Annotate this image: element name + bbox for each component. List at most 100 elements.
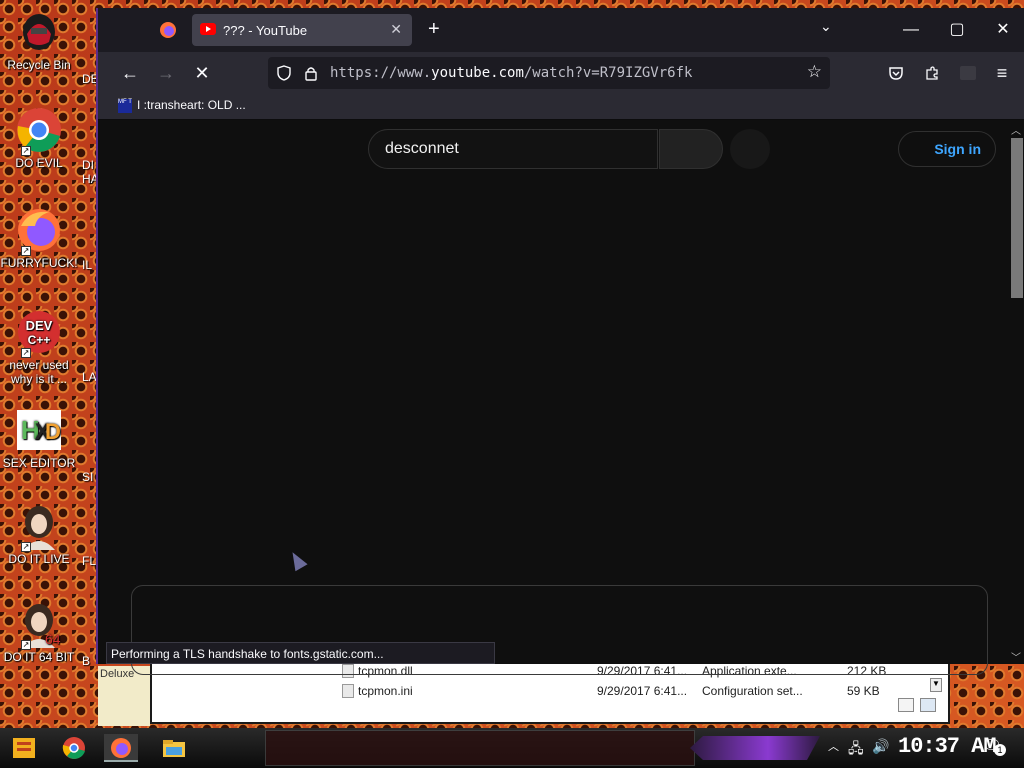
bookmark-item[interactable]: MF T I :transheart: OLD ... [118,98,246,113]
stop-loading-button[interactable]: ✕ [188,60,216,86]
deluxe-window-fragment: Deluxe [98,666,150,726]
desktop-icon-label: Recycle Bin [7,58,71,72]
desktop-icon-do-it-live[interactable]: ↗ DO IT LIVE [0,502,78,566]
svg-text:64: 64 [45,631,61,647]
back-button[interactable]: ← [116,60,144,86]
firefox-icon: ↗ [15,206,63,256]
shield-icon[interactable] [276,65,292,81]
file-icon [342,684,354,698]
file-date: 9/29/2017 6:41... [597,684,688,698]
svg-text:DEV: DEV [26,318,53,333]
desktop-icon-do-it-64-bit[interactable]: 64 ↗ DO IT 64 BIT [0,600,78,664]
taskbar-chrome[interactable] [60,734,88,762]
desktop-icon-label: FURRYFUCK! [0,256,78,270]
chrome-icon: ↗ [15,106,63,156]
file-size: 59 KB [847,684,880,698]
youtube-icon [200,23,216,35]
hxd-icon: HXD [15,406,63,454]
tab-title: ??? - YouTube [223,23,308,38]
shortcut-arrow-icon: ↗ [21,348,31,358]
desktop-icon-label: SEX EDITOR [2,456,76,470]
page-scrollbar[interactable]: ︿ ﹀ [1008,122,1024,664]
file-row[interactable]: tcpmon.ini 9/29/2017 6:41... Configurati… [342,682,942,700]
folder-icon [163,740,185,757]
taskbar-firefox[interactable] [104,734,138,762]
scroll-down-button[interactable]: ▼ [930,678,942,692]
start-icon [13,738,35,758]
desktop-icon-furryfuck[interactable]: ↗ FURRYFUCK! [0,206,78,270]
chrome-icon [62,737,85,759]
desktop-icon-recycle-bin[interactable]: Recycle Bin [0,8,78,72]
extensions-icon[interactable] [924,65,940,81]
partial-icon-label: IL [82,258,93,272]
firefox-icon [111,738,131,758]
notification-badge: 1 [994,744,1006,756]
deluxe-label: Deluxe [100,668,135,680]
scroll-thumb[interactable] [1011,138,1023,298]
youtube-page: desconnet Sign in [106,120,1010,675]
close-tab-icon[interactable]: ✕ [390,21,402,38]
desktop-icon-label: never used why is it ... [9,358,69,386]
desktop-icon-label: DO EVIL [15,156,63,170]
scroll-down-arrow-icon[interactable]: ﹀ [1011,649,1021,664]
taskbar-decoration [265,730,695,766]
new-tab-button[interactable]: + [428,18,440,41]
shortcut-arrow-icon: ↗ [21,542,31,552]
sign-in-button[interactable]: Sign in [898,131,996,167]
url-bar[interactable]: https://www.youtube.com/watch?v=R79IZGVr… [268,57,830,89]
devcpp-icon: DEV C++ ↗ [15,308,63,358]
notification-center-button[interactable]: 🗨 1 [982,736,1008,758]
taskbar: ︿ 🖧 🔊 10:37 AM 🗨 1 [0,728,1024,768]
details-view-icon[interactable] [898,698,914,712]
maximize-button[interactable]: ▢ [934,16,980,44]
start-button[interactable] [10,734,38,762]
close-window-button[interactable]: ✕ [980,16,1024,44]
bookmark-favicon-icon: MF T [118,98,132,113]
firefox-icon [160,22,176,38]
list-all-tabs-button[interactable]: ⌄ [820,18,832,35]
url-prefix: https://www. [330,65,432,81]
voice-search-button[interactable] [730,129,770,169]
file-name: tcpmon.ini [358,684,413,698]
volume-icon[interactable]: 🔊 [872,738,889,755]
svg-text:D: D [45,419,61,444]
url-text[interactable]: https://www.youtube.com/watch?v=R79IZGVr… [330,65,692,81]
bookmark-star-icon[interactable]: ☆ [807,62,822,82]
minimize-button[interactable]: ― [888,16,934,44]
desktop-icon-do-evil[interactable]: ↗ DO EVIL [0,106,78,170]
file-type: Configuration set... [702,684,803,698]
navigation-toolbar: ← → ✕ https://www.youtube.com/watch?v=R7… [98,52,1024,94]
portrait-64-icon: 64 ↗ [15,600,63,650]
partial-icon-label: FL [82,554,97,568]
account-icon[interactable] [960,66,976,80]
network-icon[interactable]: 🖧 [848,738,864,762]
shortcut-arrow-icon: ↗ [21,146,31,156]
url-host: youtube.com [431,65,524,81]
svg-text:C++: C++ [28,333,51,347]
forward-button[interactable]: → [152,60,180,86]
partial-icon-label: DI [82,158,94,172]
purple-decoration [690,736,820,760]
url-path: /watch?v=R79IZGVr6fk [523,65,693,81]
scroll-up-arrow-icon[interactable]: ︿ [1011,122,1021,137]
desktop-icon-label: DO IT LIVE [8,552,70,566]
partial-icon-label: B [82,654,91,668]
firefox-window: ??? - YouTube ✕ + ⌄ ― ▢ ✕ ← → ✕ https://… [96,8,1024,675]
app-menu-button[interactable]: ≡ [988,60,1016,86]
lock-icon[interactable] [304,65,318,81]
desktop-icon-sex-editor[interactable]: HXD SEX EDITOR [0,406,78,470]
status-text: Performing a TLS handshake to fonts.gsta… [111,647,384,661]
search-value: desconnet [385,140,459,157]
clock[interactable]: 10:37 AM [898,734,997,759]
tab-pinned-firefox[interactable] [148,16,188,44]
bookmarks-toolbar: MF T I :transheart: OLD ... [98,94,1024,120]
youtube-search-input[interactable]: desconnet [368,129,658,169]
youtube-search-button[interactable] [659,129,723,169]
tab-youtube[interactable]: ??? - YouTube ✕ [192,14,412,46]
preview-view-icon[interactable] [920,698,936,712]
show-hidden-icons-button[interactable]: ︿ [828,738,839,754]
pocket-icon[interactable] [888,65,904,81]
desktop-icon-devcpp[interactable]: DEV C++ ↗ never used why is it ... [0,308,78,386]
taskbar-file-explorer[interactable] [160,734,188,762]
shortcut-arrow-icon: ↗ [21,246,31,256]
